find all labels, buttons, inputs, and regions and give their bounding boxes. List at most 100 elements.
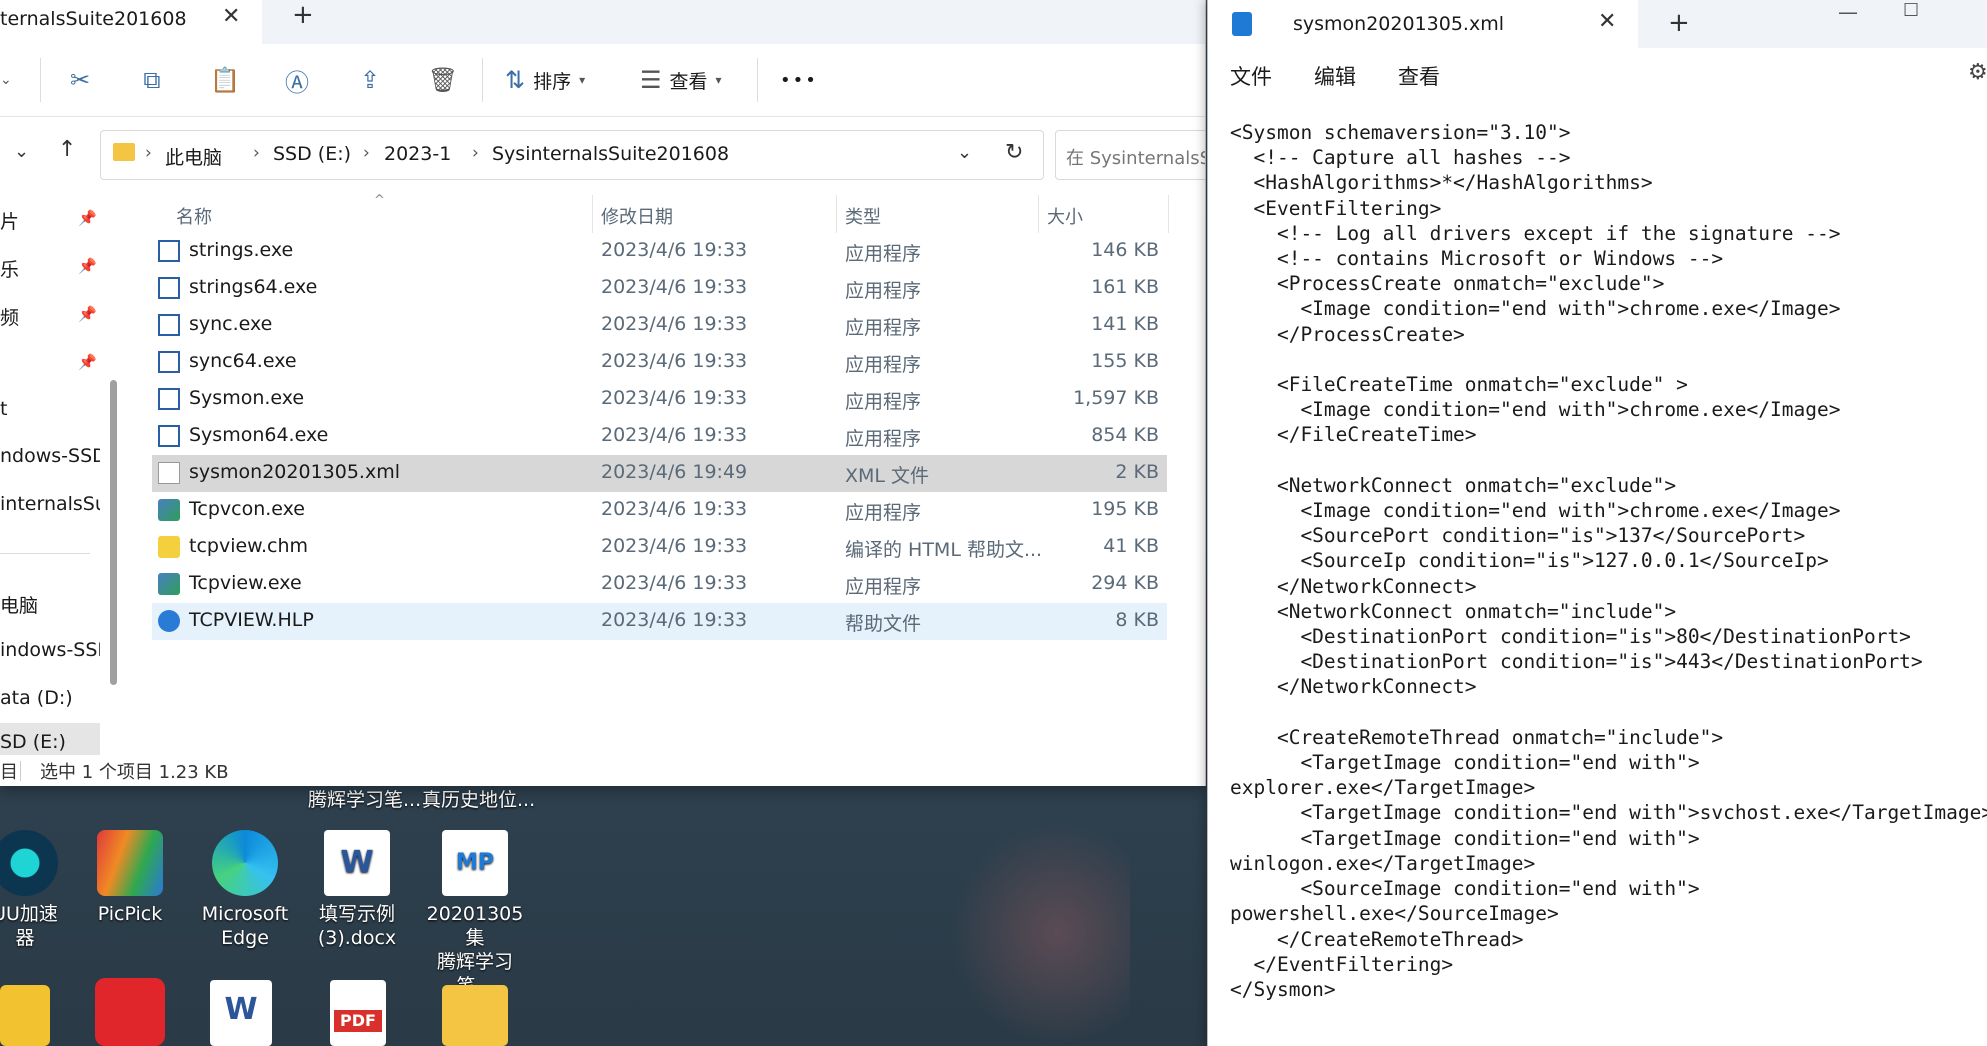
desktop-icon-partial[interactable] — [95, 978, 165, 1046]
file-name: Tcpvcon.exe — [189, 498, 305, 520]
breadcrumb-item[interactable]: SysinternalsSuite201608 — [492, 143, 729, 165]
breadcrumb-item[interactable]: SSD (E:) — [273, 143, 351, 165]
notepad-tab[interactable]: sysmon20201305.xml ✕ — [1208, 0, 1638, 48]
more-options-button[interactable]: ••• — [780, 62, 818, 98]
close-icon[interactable]: ✕ — [1598, 9, 1616, 34]
breadcrumb-item[interactable]: 2023-1 — [384, 143, 451, 165]
file-size: 8 KB — [1115, 609, 1159, 631]
wallpaper-figure — [950, 820, 1130, 1046]
desktop-icon-picpick[interactable]: PicPick — [75, 830, 185, 926]
notepad-icon — [1232, 12, 1252, 36]
file-row[interactable]: sysmon20201305.xml 2023/4/6 19:49 XML 文件 2 … — [152, 455, 1167, 492]
share-icon[interactable]: ⇪ — [355, 62, 385, 98]
file-size: 294 KB — [1091, 572, 1159, 594]
column-header-date[interactable]: 修改日期 — [601, 203, 673, 229]
column-header-size[interactable]: 大小 — [1047, 203, 1083, 229]
sort-label: 排序 — [533, 70, 572, 93]
folder-icon[interactable] — [442, 985, 508, 1046]
desktop-icon-mp[interactable]: MP 20201305集 腾辉学习笔... — [420, 830, 530, 998]
column-header-type[interactable]: 类型 — [845, 203, 881, 229]
chevron-down-icon[interactable]: ⌄ — [14, 141, 29, 162]
explorer-tab-title: ternalsSuite201608 — [0, 8, 187, 30]
nav-item[interactable]: 频 — [0, 303, 19, 330]
up-arrow-icon[interactable]: ↑ — [58, 137, 76, 162]
minimize-button[interactable]: — — [1838, 0, 1858, 24]
chevron-down-icon[interactable]: ⌄ — [957, 142, 972, 163]
refresh-icon[interactable]: ↻ — [1005, 140, 1023, 165]
menu-file[interactable]: 文件 — [1230, 61, 1272, 91]
desktop-partial-label: 腾辉学习笔... — [308, 789, 422, 811]
chevron-down-icon: ▾ — [579, 73, 586, 87]
file-row[interactable]: strings64.exe 2023/4/6 19:33 应用程序 161 KB — [152, 270, 1167, 307]
file-row[interactable]: Tcpview.exe 2023/4/6 19:33 应用程序 294 KB — [152, 566, 1167, 603]
maximize-button[interactable]: ☐ — [1903, 0, 1919, 21]
desktop-icon-edge[interactable]: Microsoft Edge — [190, 830, 300, 950]
nav-item[interactable]: 片 — [0, 207, 19, 234]
edge-icon — [212, 830, 278, 896]
file-name: Tcpview.exe — [189, 572, 302, 594]
desktop-icon-partial[interactable] — [0, 985, 50, 1046]
cut-icon[interactable]: ✂ — [65, 62, 95, 98]
file-row[interactable]: TCPVIEW.HLP 2023/4/6 19:33 帮助文件 8 KB — [152, 603, 1167, 640]
file-date: 2023/4/6 19:33 — [601, 313, 748, 335]
file-name: strings64.exe — [189, 276, 318, 298]
nav-item[interactable]: ata (D:) — [0, 687, 73, 709]
close-icon[interactable]: ✕ — [222, 2, 240, 32]
file-type: 应用程序 — [845, 576, 922, 598]
file-row[interactable]: tcpview.chm 2023/4/6 19:33 编译的 HTML 帮助文...… — [152, 529, 1167, 566]
breadcrumb-item[interactable]: 此电脑 — [165, 143, 222, 170]
file-type: 应用程序 — [845, 280, 922, 302]
file-size: 161 KB — [1091, 276, 1159, 298]
status-item-count: 目 — [0, 762, 18, 783]
menu-view[interactable]: 查看 — [1398, 61, 1440, 91]
nav-item[interactable]: indows-SSD — [0, 639, 100, 661]
nav-divider — [0, 553, 90, 554]
nav-item[interactable]: t — [0, 398, 7, 420]
rename-icon[interactable]: Ⓐ — [282, 62, 312, 98]
nav-item[interactable]: ndows-SSD ( — [0, 445, 100, 467]
new-tab-button[interactable]: + — [292, 0, 314, 30]
file-row[interactable]: sync64.exe 2023/4/6 19:33 应用程序 155 KB — [152, 344, 1167, 381]
paste-icon[interactable]: 📋 — [210, 62, 240, 98]
file-row[interactable]: Sysmon64.exe 2023/4/6 19:33 应用程序 854 KB — [152, 418, 1167, 455]
nav-item[interactable]: internalsSui — [0, 493, 100, 515]
gear-icon[interactable]: ⚙ — [1968, 60, 1987, 85]
file-name: Sysmon.exe — [189, 387, 305, 409]
file-type: 应用程序 — [845, 243, 922, 265]
sort-button[interactable]: ⇅ 排序 ▾ — [505, 62, 585, 98]
file-date: 2023/4/6 19:33 — [601, 276, 748, 298]
exe-icon — [158, 425, 180, 447]
nav-item[interactable]: 电脑 — [0, 591, 38, 618]
file-row[interactable]: strings.exe 2023/4/6 19:33 应用程序 146 KB — [152, 233, 1167, 270]
menu-edit[interactable]: 编辑 — [1314, 61, 1356, 91]
search-input[interactable]: 在 SysinternalsSu — [1055, 130, 1205, 180]
nav-item-selected[interactable]: SD (E:) — [0, 723, 100, 755]
chevron-down-icon[interactable]: ⌄ — [0, 62, 12, 98]
file-row[interactable]: Tcpvcon.exe 2023/4/6 19:33 应用程序 195 KB — [152, 492, 1167, 529]
pdf-file-icon[interactable]: PDF — [330, 980, 386, 1046]
file-size: 41 KB — [1103, 535, 1159, 557]
nav-item[interactable]: 乐 — [0, 255, 19, 282]
word-document-icon[interactable]: W — [210, 980, 272, 1046]
new-tab-button[interactable]: + — [1668, 8, 1690, 38]
file-row[interactable]: Sysmon.exe 2023/4/6 19:33 应用程序 1,597 KB — [152, 381, 1167, 418]
nav-scrollbar[interactable] — [110, 380, 117, 685]
column-header-name[interactable]: 名称 — [176, 203, 212, 229]
view-button[interactable]: ☰ 查看 ▾ — [640, 62, 722, 98]
explorer-command-bar: ⌄ ✂ ⧉ 📋 Ⓐ ⇪ 🗑 ⇅ 排序 ▾ ☰ 查看 ▾ ••• — [0, 44, 1205, 117]
file-name: sync64.exe — [189, 350, 297, 372]
notepad-text-area[interactable]: <Sysmon schemaversion="3.10"> <!-- Captu… — [1230, 120, 1987, 1020]
file-row[interactable]: sync.exe 2023/4/6 19:33 应用程序 141 KB — [152, 307, 1167, 344]
notepad-window: sysmon20201305.xml ✕ + — ☐ 文件 编辑 查看 ⚙ <S… — [1207, 0, 1987, 1046]
address-bar[interactable]: › 此电脑 › SSD (E:) › 2023-1 › Sysinternals… — [100, 130, 1044, 180]
delete-icon[interactable]: 🗑 — [428, 62, 458, 98]
desktop-icon-docx[interactable]: W 填写示例 (3).docx — [302, 830, 412, 950]
exe-icon — [158, 240, 180, 262]
network-exe-icon — [158, 499, 180, 521]
file-name: strings.exe — [189, 239, 294, 261]
copy-icon[interactable]: ⧉ — [137, 62, 167, 98]
explorer-tab[interactable]: ternalsSuite201608 ✕ — [0, 0, 262, 44]
pin-icon: 📌 — [78, 353, 97, 371]
desktop-icon-uu[interactable]: UU加速 器 — [0, 830, 80, 950]
help-icon — [158, 610, 180, 632]
